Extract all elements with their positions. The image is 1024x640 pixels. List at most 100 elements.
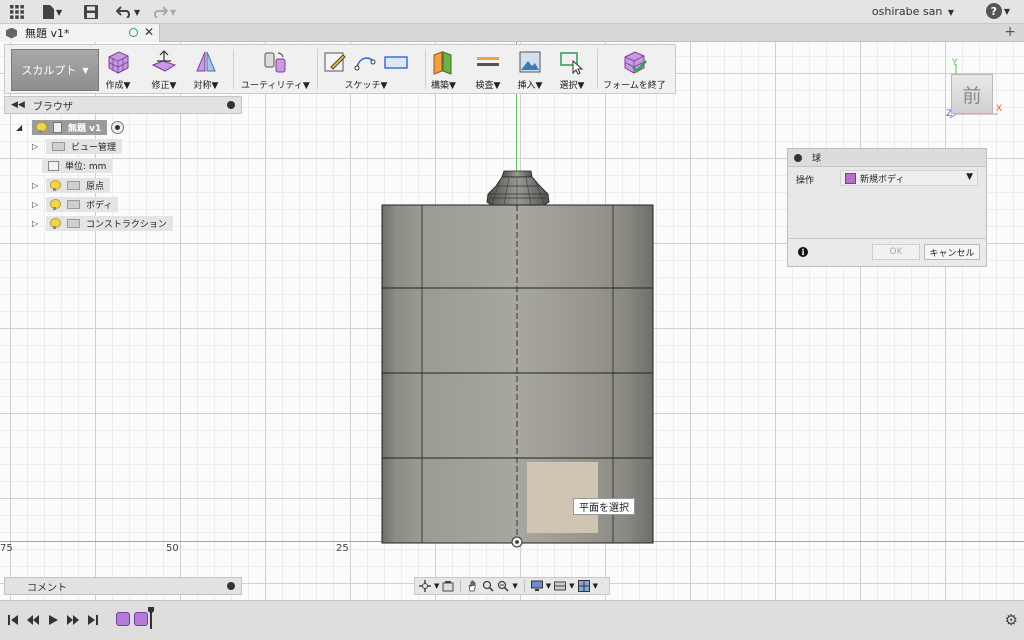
expand-triangle-icon[interactable]: ▷ [32,219,42,228]
operation-select[interactable]: 新規ボディ ▼ [840,170,978,186]
neck-top[interactable] [501,170,533,178]
document-cube-icon [6,27,17,39]
model-body[interactable] [380,168,656,548]
play-icon[interactable] [46,613,60,627]
tree-item-label: ビュー管理 [71,143,117,153]
tree-item-origin[interactable]: ▷ 原点 [32,178,111,193]
tree-node[interactable]: 原点 [46,178,111,193]
timeline-marker-icon[interactable] [148,607,154,629]
dialog-header[interactable]: 球 [788,149,986,167]
construct-menu[interactable]: 構築▼ [431,48,456,92]
inspect-menu[interactable]: 検査▼ [475,48,501,92]
undo-button[interactable]: ▼ [116,3,140,21]
viewports-icon[interactable] [577,580,590,592]
comment-title: コメント [27,582,67,594]
sketch-menu[interactable]: スケッチ▼ [323,48,409,92]
chevron-down-icon[interactable]: ▼ [546,582,551,590]
cancel-button[interactable]: キャンセル [924,244,980,260]
grid-snap-icon[interactable] [554,580,567,592]
ok-button[interactable]: OK [872,244,920,260]
file-menu-button[interactable]: ▼ [43,3,62,21]
timeline-feature-form[interactable] [134,612,148,626]
save-button[interactable] [84,3,98,21]
tab-document[interactable]: 無題 v1* ✕ [0,24,160,42]
expand-triangle-icon[interactable]: ▷ [32,200,42,209]
visibility-bulb-icon[interactable] [36,122,47,133]
expand-triangle-icon[interactable]: ◢ [16,123,26,132]
redo-button[interactable]: ▼ [152,3,176,21]
panel-pin-icon[interactable] [227,582,235,590]
help-icon: ? [985,3,1002,19]
tree-node[interactable]: コンストラクション [46,216,173,231]
finish-form-button[interactable]: フォームを終了 [603,48,666,92]
workspace-switcher[interactable]: スカルプト ▼ [11,49,99,91]
go-to-end-icon[interactable] [86,613,100,627]
tree-item-root[interactable]: ◢ 無題 v1 [16,120,125,135]
browser-panel-header[interactable]: ◀◀ ブラウザ [4,96,242,114]
insert-menu[interactable]: 挿入▼ [517,48,543,92]
visibility-bulb-icon[interactable] [50,199,61,210]
utility-menu[interactable]: ユーティリティ▼ [241,48,310,92]
chevron-down-icon[interactable]: ▼ [434,582,439,590]
chevron-down-icon: ▼ [56,7,63,17]
help-button[interactable]: ? ▼ [985,3,1010,19]
collapse-panel-icon[interactable]: ◀◀ [11,100,25,110]
expand-triangle-icon[interactable]: ▷ [32,142,42,151]
info-icon[interactable]: i [798,247,808,257]
modify-menu[interactable]: 修正▼ [151,48,177,92]
body-cylinder[interactable] [381,204,654,544]
symmetry-menu[interactable]: 対称▼ [193,48,219,92]
chevron-down-icon[interactable]: ▼ [512,582,517,590]
panel-pin-icon[interactable] [227,101,235,109]
grid-icon [10,5,24,19]
operation-value: 新規ボディ [860,174,905,185]
root-node[interactable]: 無題 v1 [32,120,108,135]
visibility-bulb-icon[interactable] [50,218,61,229]
apps-grid-button[interactable] [10,3,24,21]
tree-item-construction[interactable]: ▷ コンストラクション [32,216,173,231]
comment-panel-header[interactable]: コメント [4,577,242,595]
select-menu[interactable]: 選択▼ [559,48,585,92]
modify-form-icon [151,50,177,72]
create-menu[interactable]: 作成▼ [105,48,131,92]
view-cube-front-face[interactable]: 前 [951,74,993,114]
view-cube[interactable]: Y X Z 前 [946,58,1006,120]
tree-node[interactable]: ボディ [46,197,119,212]
ruler-label: 25 [336,543,349,554]
expand-triangle-icon[interactable]: ▷ [32,181,42,190]
activate-radio-icon[interactable] [111,121,125,134]
pan-hand-icon[interactable] [467,580,479,592]
insert-menu-label: 挿入 [517,81,536,91]
tree-item-units[interactable]: 単位: mm [42,158,113,173]
user-menu[interactable]: oshirabe san ▼ [872,5,954,18]
tree-node[interactable]: 単位: mm [42,158,113,173]
tree-item-bodies[interactable]: ▷ ボディ [32,197,119,212]
tree-item-view-manager[interactable]: ▷ ビュー管理 [32,139,123,154]
measure-icon [477,57,499,66]
step-back-icon[interactable] [26,613,40,627]
chevron-down-icon[interactable]: ▼ [593,582,598,590]
navbar-divider [523,580,525,592]
navigation-bar: ▼ ▼ ▼ ▼ ▼ [414,577,610,595]
new-tab-button[interactable]: + [1004,24,1016,40]
gear-icon[interactable]: ⚙ [1005,611,1018,629]
create-menu-label: 作成 [105,81,124,91]
go-to-start-icon[interactable] [6,613,20,627]
tree-node[interactable]: ビュー管理 [46,139,123,154]
display-settings-icon[interactable] [530,580,543,592]
chevron-down-icon[interactable]: ▼ [569,582,574,590]
zoom-icon[interactable] [482,580,494,592]
undo-icon [116,6,131,18]
visibility-bulb-icon[interactable] [50,180,61,191]
look-at-icon[interactable] [442,580,454,592]
modify-menu-label: 修正 [151,81,170,91]
step-forward-icon[interactable] [66,613,80,627]
utility-menu-label: ユーティリティ [241,81,303,91]
close-icon[interactable]: ✕ [144,25,154,39]
orbit-icon[interactable] [419,580,431,592]
insert-image-icon [519,51,541,73]
new-body-icon [845,172,856,184]
timeline-feature-form[interactable] [116,612,130,626]
collapse-dialog-icon[interactable] [794,153,802,162]
zoom-window-icon[interactable] [497,580,509,592]
